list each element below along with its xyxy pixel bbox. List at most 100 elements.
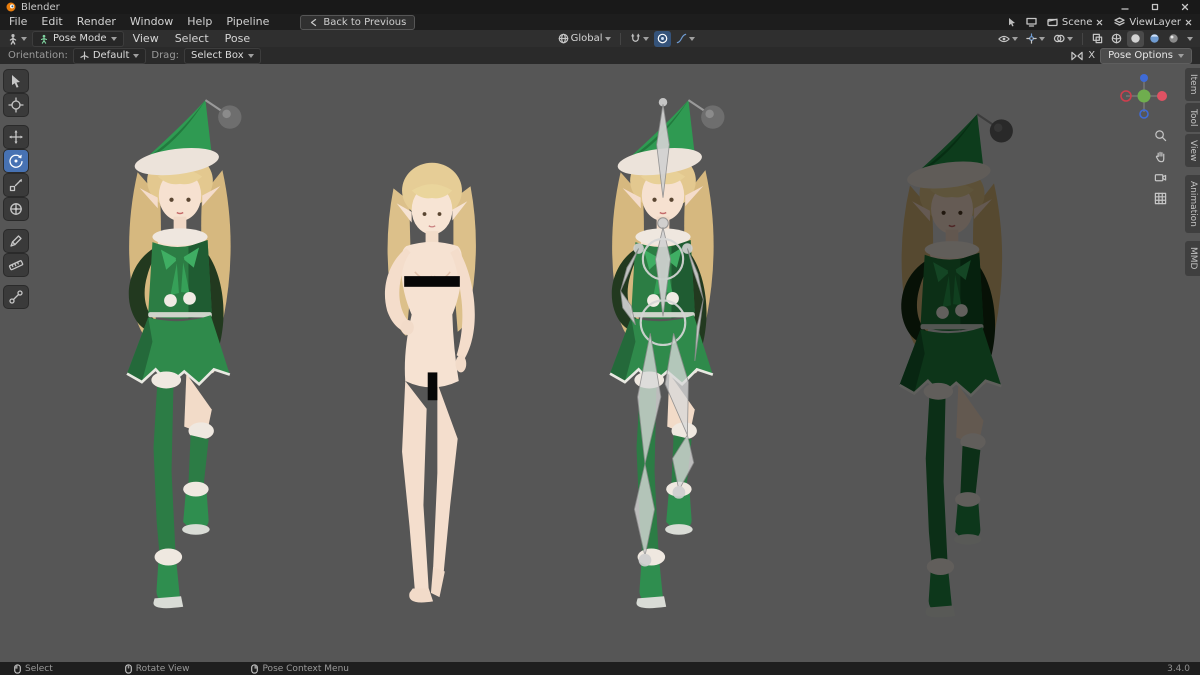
viewport-3d[interactable]: Item Tool View Animation MMD (0, 64, 1200, 662)
bone-icon (9, 290, 23, 304)
tab-view[interactable]: View (1185, 133, 1200, 168)
show-object-types-dropdown[interactable] (995, 31, 1021, 47)
shading-dropdown[interactable] (1184, 31, 1196, 47)
chevron-down-icon (1187, 36, 1193, 41)
menu-help[interactable]: Help (180, 14, 219, 30)
xray-toggle[interactable] (1089, 31, 1106, 47)
mouse-left-icon (14, 663, 21, 674)
proportional-falloff-dropdown[interactable] (673, 31, 698, 47)
tool-select-box[interactable] (4, 70, 28, 92)
chevron-down-icon (247, 53, 254, 58)
menu-file[interactable]: File (2, 14, 34, 30)
tool-scale[interactable] (4, 174, 28, 196)
editor-3d-viewport-icon (9, 33, 17, 45)
menu-window[interactable]: Window (123, 14, 180, 30)
minimize-icon (1121, 8, 1129, 10)
back-arrow-icon (311, 18, 317, 26)
figure-elf-with-armature[interactable] (608, 96, 726, 610)
back-to-previous-button[interactable]: Back to Previous (300, 14, 416, 30)
display-icon[interactable] (1023, 14, 1040, 30)
chevron-down-icon (1012, 36, 1018, 41)
menu-edit[interactable]: Edit (34, 14, 69, 30)
pointer-icon[interactable] (1004, 14, 1020, 30)
scene-name: Scene (1061, 16, 1093, 28)
shading-wireframe-button[interactable] (1108, 31, 1125, 47)
axis-icon (80, 51, 89, 60)
minimize-button[interactable] (1110, 0, 1140, 14)
drag-mode-dropdown[interactable]: Select Box (184, 47, 261, 64)
window-title: Blender (21, 1, 60, 13)
maximize-button[interactable] (1140, 0, 1170, 14)
figure-wireframe-dark[interactable] (898, 112, 1015, 619)
gizmos-dropdown[interactable] (1023, 31, 1048, 47)
mode-dropdown[interactable]: Pose Mode (32, 30, 124, 47)
camera-view-button[interactable] (1150, 168, 1170, 186)
status-select-label: Select (25, 663, 53, 674)
pose-options-button[interactable]: Pose Options (1100, 47, 1192, 64)
chevron-down-icon (21, 36, 27, 41)
tool-transform[interactable] (4, 198, 28, 220)
menu-pipeline[interactable]: Pipeline (219, 14, 276, 30)
statusbar: Select Rotate View Pose Context Menu 3.4… (0, 662, 1200, 675)
shading-material-icon (1150, 34, 1159, 43)
snapping-dropdown[interactable] (627, 31, 652, 47)
drag-mode-value: Select Box (191, 50, 244, 61)
shading-solid-button[interactable] (1127, 30, 1144, 47)
figure-elf-clothed[interactable] (125, 98, 243, 610)
gizmo-x-axis[interactable] (1157, 91, 1167, 101)
mouse-right-icon (251, 663, 259, 674)
chevron-down-icon (133, 53, 140, 58)
menu-render[interactable]: Render (70, 14, 123, 30)
chevron-down-icon (604, 36, 611, 41)
mirror-x-label[interactable]: X (1088, 50, 1095, 61)
titlebar: Blender (0, 0, 1200, 14)
navigation-gizmo[interactable] (1116, 68, 1172, 124)
tool-move[interactable] (4, 126, 28, 148)
shading-rendered-button[interactable] (1165, 31, 1182, 47)
tool-annotate[interactable] (4, 230, 28, 252)
tool-cursor[interactable] (4, 94, 28, 116)
toggle-perspective-button[interactable] (1150, 189, 1170, 207)
viewlayer-selector[interactable]: ViewLayer (1110, 15, 1196, 29)
scene-close-icon[interactable] (1096, 19, 1103, 26)
tool-pose-extra[interactable] (4, 286, 28, 308)
tab-mmd[interactable]: MMD (1185, 241, 1200, 276)
menu-view[interactable]: View (126, 32, 166, 45)
overlays-dropdown[interactable] (1050, 31, 1076, 47)
viewlayer-close-icon[interactable] (1185, 19, 1192, 26)
tab-item[interactable]: Item (1185, 68, 1200, 101)
orientation-default-dropdown[interactable]: Default (72, 47, 147, 64)
menu-select[interactable]: Select (168, 32, 216, 45)
pan-button[interactable] (1150, 147, 1170, 165)
status-rotate-view: Rotate View (124, 664, 189, 674)
chevron-down-icon (1067, 36, 1073, 41)
top-menubar: File Edit Render Window Help Pipeline Ba… (0, 14, 1200, 30)
proportional-editing-toggle[interactable] (653, 30, 671, 47)
shading-material-button[interactable] (1146, 31, 1163, 47)
tool-measure[interactable] (4, 254, 28, 276)
zoom-button[interactable] (1150, 126, 1170, 144)
tab-animation[interactable]: Animation (1185, 175, 1200, 234)
hand-icon (1155, 151, 1164, 162)
menubar-right: Scene ViewLayer (1004, 14, 1200, 30)
grid-icon (1154, 192, 1166, 204)
viewlayer-icon (1114, 17, 1126, 26)
transform-orientation-dropdown[interactable]: Global (555, 31, 614, 47)
close-button[interactable] (1170, 0, 1200, 14)
tool-rotate[interactable] (4, 150, 28, 172)
gizmo-y-axis[interactable] (1137, 89, 1151, 103)
xray-icon (1092, 33, 1103, 44)
scene-selector[interactable]: Scene (1043, 15, 1108, 29)
menu-pose[interactable]: Pose (218, 32, 257, 45)
close-icon (1181, 3, 1189, 11)
move-icon (9, 130, 23, 144)
mirror-icon (1071, 51, 1083, 60)
tab-tool[interactable]: Tool (1185, 102, 1200, 132)
shading-rendered-icon (1169, 34, 1178, 43)
back-to-previous-label: Back to Previous (323, 16, 407, 28)
editor-type-button[interactable] (4, 31, 30, 47)
tool-settings-bar: Orientation: Default Drag: Select Box X … (0, 47, 1200, 64)
figure-base-body[interactable] (384, 161, 477, 604)
gizmo-z-axis[interactable] (1140, 74, 1148, 82)
orientation-label: Orientation: (8, 50, 68, 61)
